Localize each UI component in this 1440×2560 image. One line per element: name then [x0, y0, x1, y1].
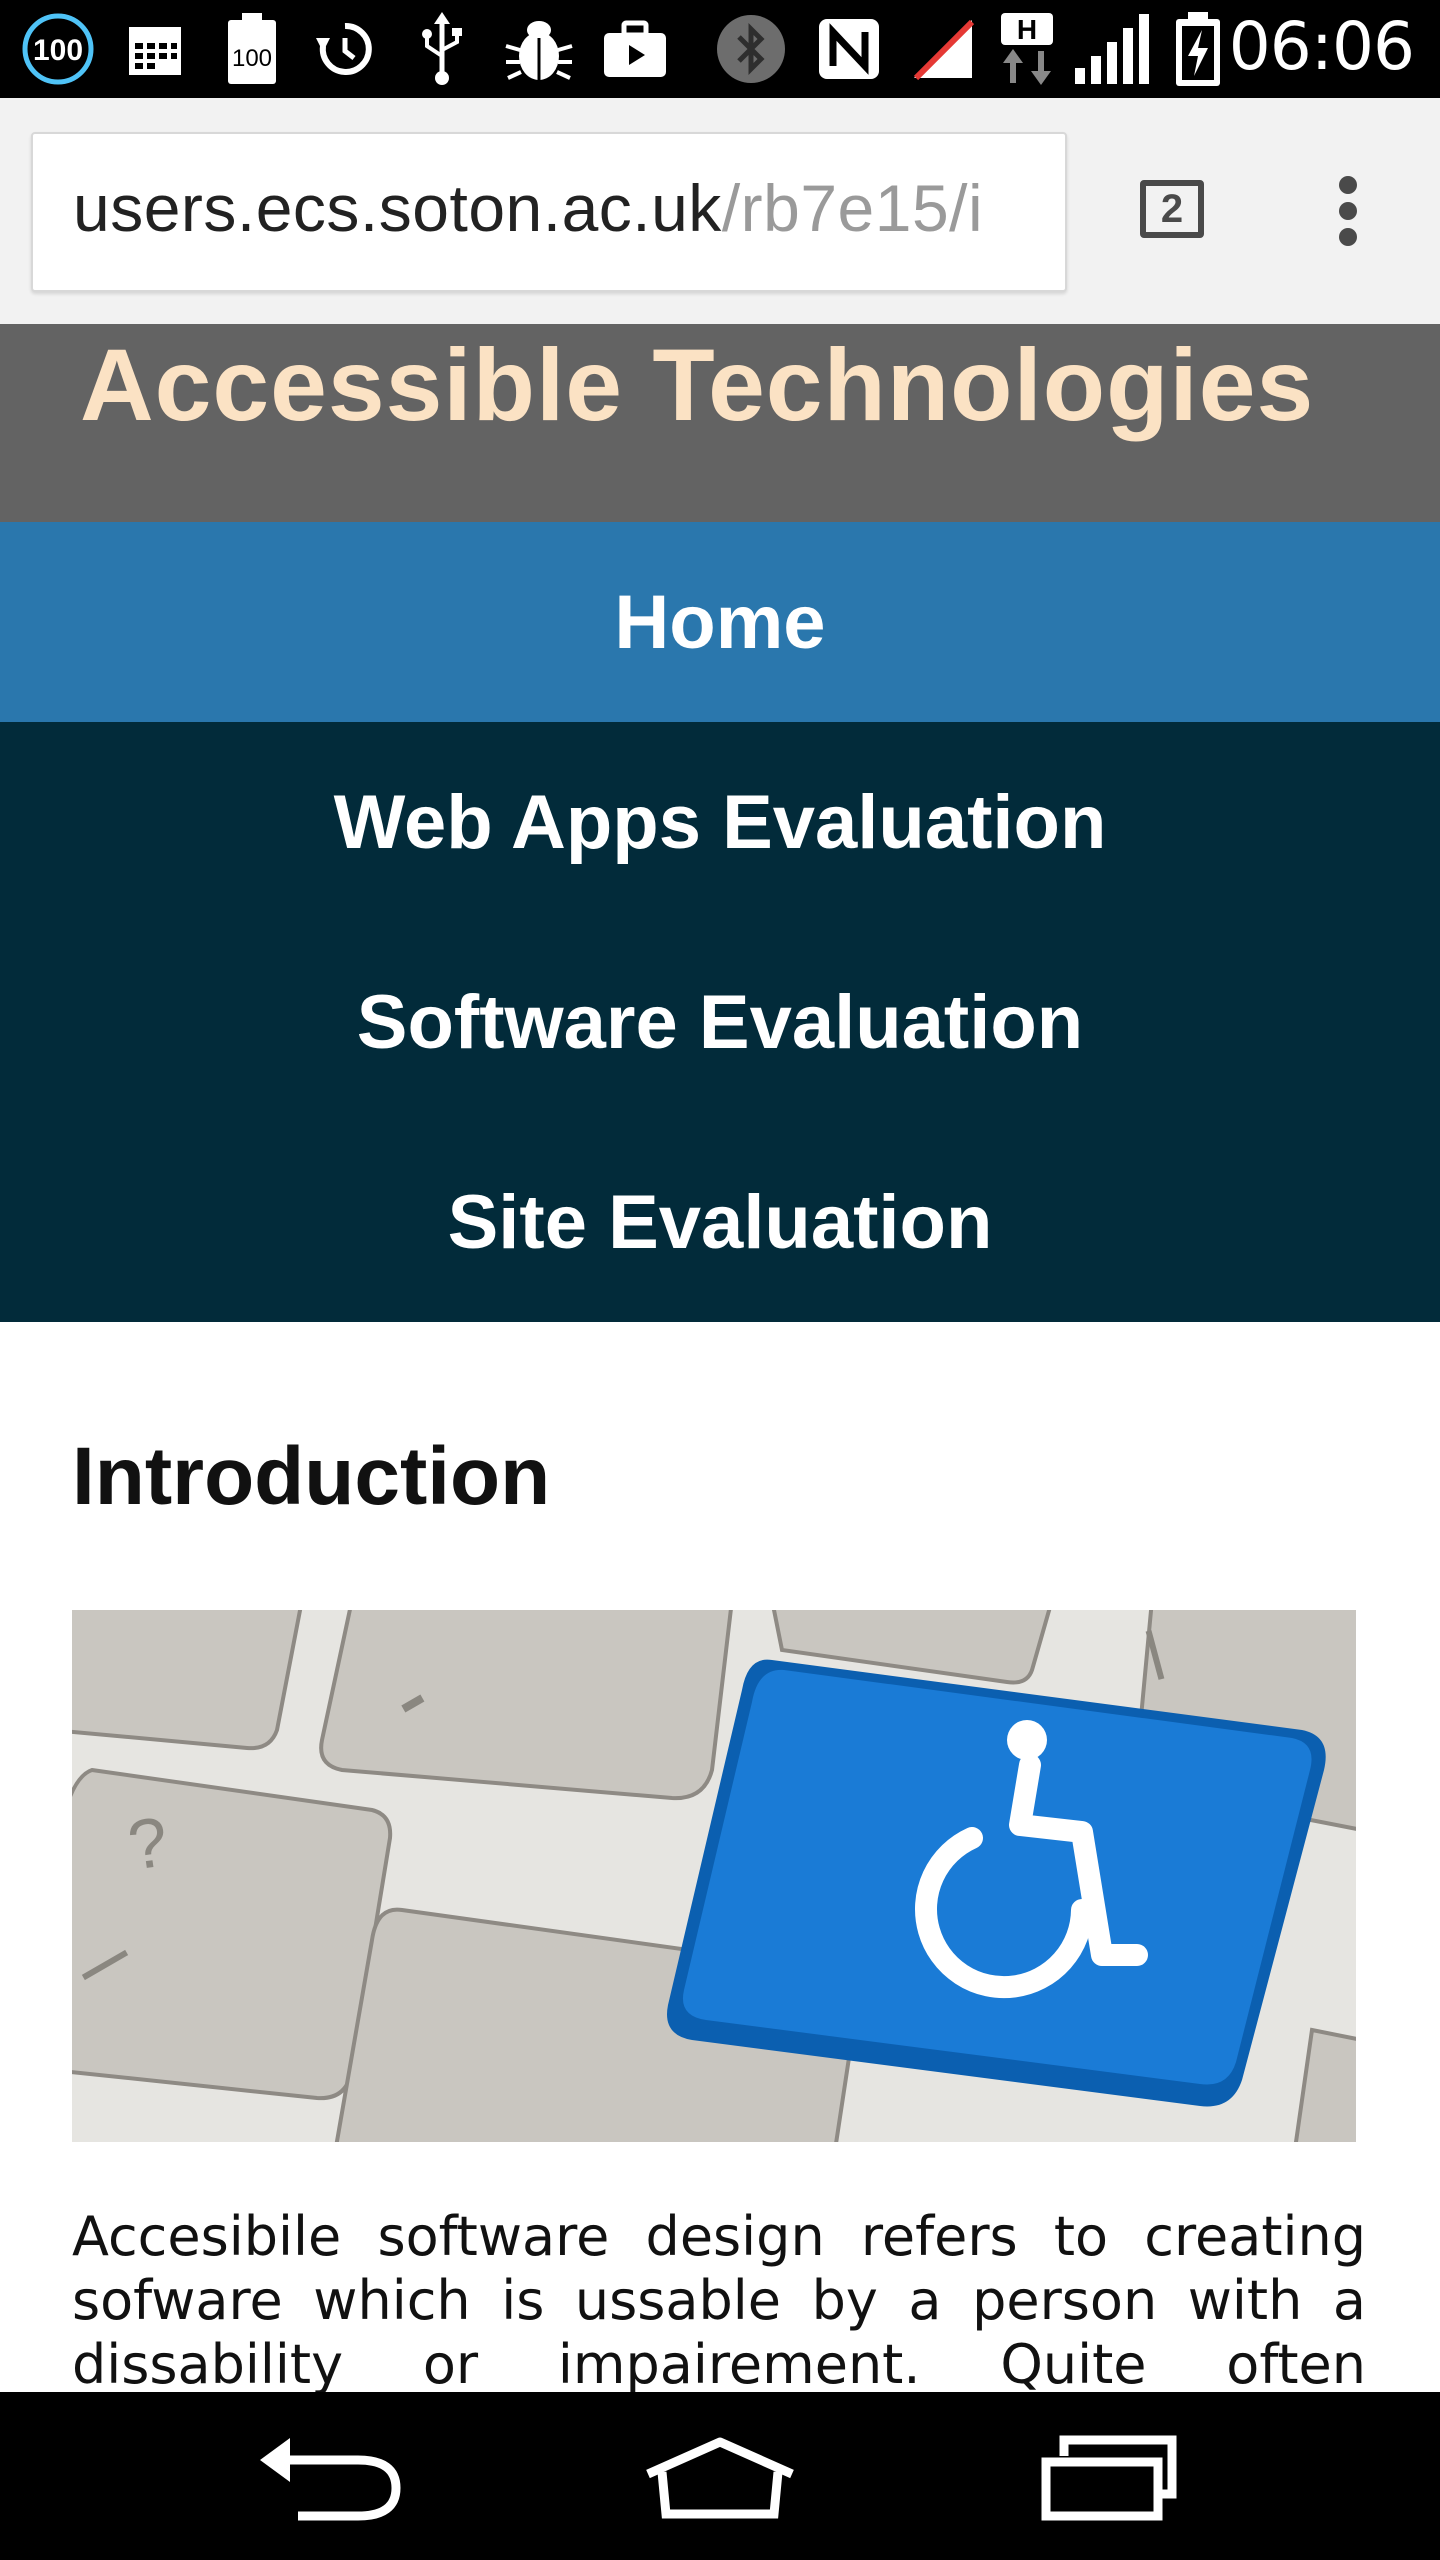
nav-item-software-evaluation[interactable]: Software Evaluation	[0, 922, 1440, 1122]
debug-bug-icon	[502, 12, 576, 86]
svg-text:H: H	[1017, 14, 1037, 45]
tab-switcher-button[interactable]: 2	[1140, 180, 1204, 238]
site-header: Accessible Technologies	[0, 324, 1440, 522]
h-data-icon: H	[998, 12, 1056, 86]
nav-item-site-evaluation[interactable]: Site Evaluation	[0, 1122, 1440, 1322]
site-nav: Home Web Apps Evaluation Software Evalua…	[0, 522, 1440, 1322]
overflow-menu-button[interactable]	[1330, 174, 1366, 248]
android-nav-bar	[0, 2392, 1440, 2560]
nav-item-home[interactable]: Home	[0, 522, 1440, 722]
clock-time: 06:06	[1228, 8, 1415, 85]
tab-count: 2	[1160, 186, 1184, 231]
site-title: Accessible Technologies	[80, 328, 1315, 442]
battery-saver-badge: 100	[232, 45, 272, 72]
accessibility-keyboard-image: ?	[72, 1610, 1356, 2142]
nfc-icon	[814, 12, 884, 86]
signal-bars-icon	[1072, 12, 1154, 86]
nav-item-web-apps-evaluation[interactable]: Web Apps Evaluation	[0, 722, 1440, 922]
briefcase-icon	[598, 12, 672, 86]
status-bar: 100 100 H 06:06	[0, 0, 1440, 98]
calendar-icon	[122, 12, 188, 86]
sync-icon	[312, 12, 378, 86]
bluetooth-icon	[712, 12, 790, 86]
url-path: /rb7e15/i	[721, 171, 984, 245]
battery-badge: 100	[33, 34, 83, 67]
no-signal-icon	[908, 12, 978, 86]
url-text[interactable]: users.ecs.soton.ac.uk/rb7e15/i	[73, 170, 983, 246]
battery-charging-icon	[1172, 12, 1224, 86]
address-bar[interactable]: users.ecs.soton.ac.uk/rb7e15/i	[31, 132, 1067, 292]
battery-100-icon: 100	[18, 12, 98, 86]
home-icon[interactable]	[642, 2432, 798, 2522]
battery-saver-icon: 100	[222, 12, 282, 86]
url-domain: users.ecs.soton.ac.uk	[73, 171, 722, 245]
intro-heading: Introduction	[72, 1431, 551, 1522]
back-icon[interactable]	[258, 2432, 408, 2522]
browser-toolbar: users.ecs.soton.ac.uk/rb7e15/i 2	[0, 98, 1440, 326]
recent-apps-icon[interactable]	[1040, 2432, 1180, 2522]
usb-icon	[412, 12, 472, 86]
